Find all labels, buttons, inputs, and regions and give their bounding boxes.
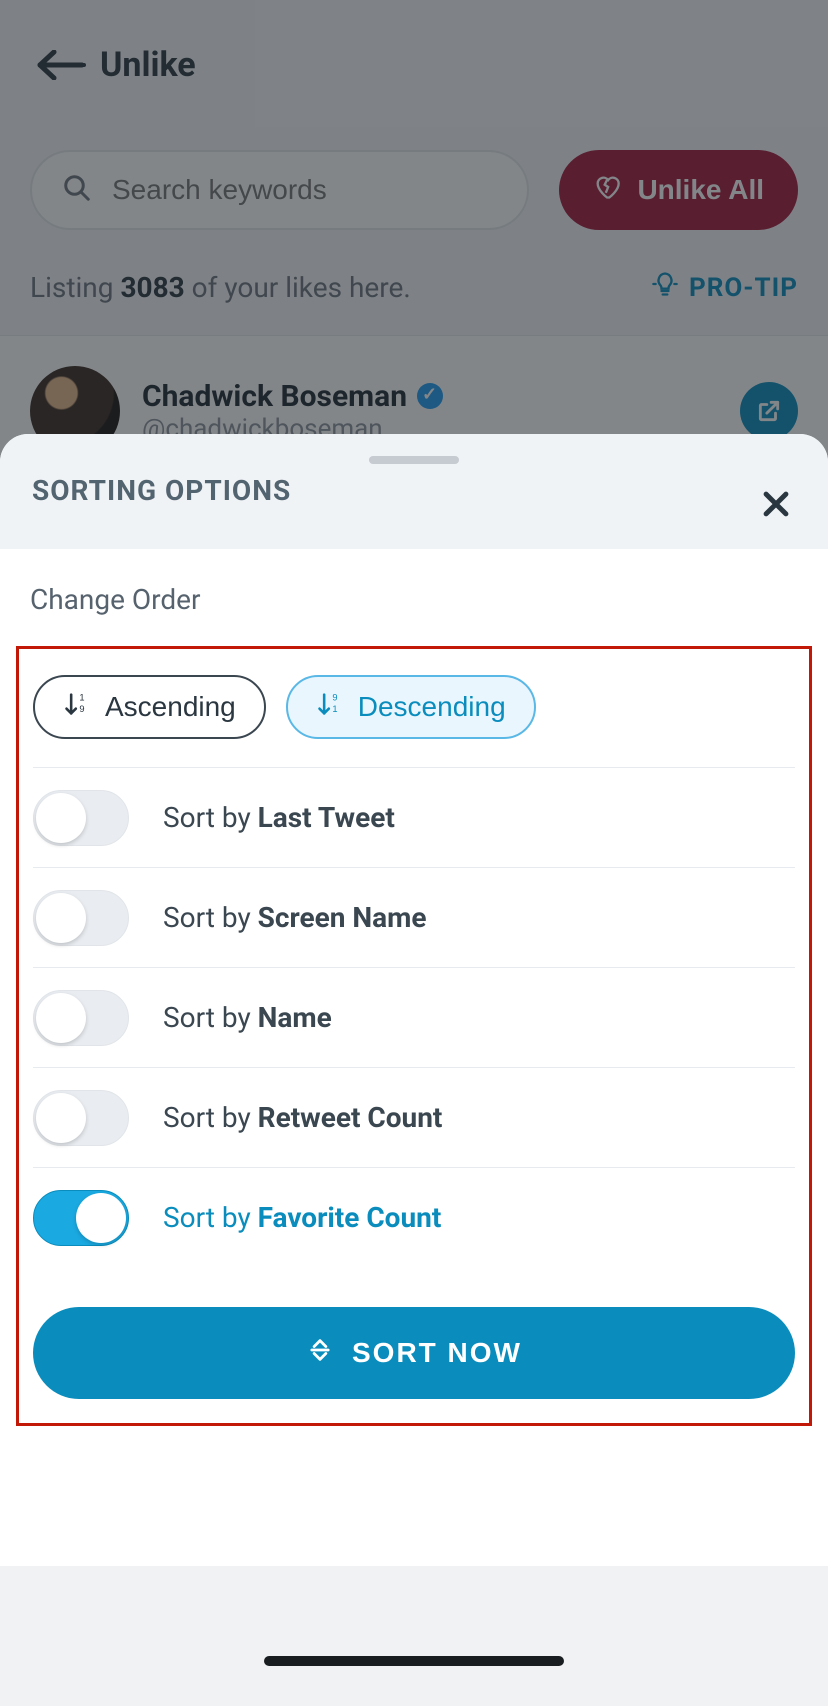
- sort-toggle[interactable]: [33, 1090, 129, 1146]
- order-chips: 1 9 Ascending 9 1: [33, 675, 795, 739]
- sheet-header: SORTING OPTIONS: [0, 434, 828, 549]
- sort-row: Sort by Last Tweet: [33, 767, 795, 867]
- highlight-box: 1 9 Ascending 9 1: [16, 646, 812, 1426]
- sort-icon: [306, 1336, 334, 1371]
- change-order-label: Change Order: [30, 583, 798, 616]
- sort-desc-icon: 9 1: [316, 690, 344, 725]
- sort-row: Sort by Retweet Count: [33, 1067, 795, 1167]
- sort-asc-icon: 1 9: [63, 690, 91, 725]
- sort-label: Sort by Last Tweet: [163, 801, 395, 834]
- sort-now-button[interactable]: SORT NOW: [33, 1307, 795, 1399]
- sort-toggle[interactable]: [33, 890, 129, 946]
- sheet-body: Change Order 1 9 Ascendin: [0, 549, 828, 1456]
- sort-toggle[interactable]: [33, 990, 129, 1046]
- sort-toggle[interactable]: [33, 790, 129, 846]
- bottom-bar-space: [0, 1566, 828, 1706]
- sort-now-label: SORT NOW: [352, 1337, 522, 1369]
- ascending-chip[interactable]: 1 9 Ascending: [33, 675, 266, 739]
- sorting-sheet: SORTING OPTIONS Change Order: [0, 434, 828, 1566]
- sheet-title: SORTING OPTIONS: [32, 474, 796, 507]
- sort-label: Sort by Name: [163, 1001, 332, 1034]
- sheet-grabber[interactable]: [369, 456, 459, 464]
- descending-chip[interactable]: 9 1 Descending: [286, 675, 536, 739]
- svg-text:1: 1: [79, 692, 84, 702]
- sort-toggle[interactable]: [33, 1190, 129, 1246]
- sort-row: Sort by Favorite Count: [33, 1167, 795, 1267]
- close-button[interactable]: [756, 484, 796, 524]
- svg-text:9: 9: [332, 692, 337, 702]
- ascending-label: Ascending: [105, 691, 236, 723]
- sort-label: Sort by Retweet Count: [163, 1101, 442, 1134]
- svg-text:1: 1: [332, 704, 337, 714]
- descending-label: Descending: [358, 691, 506, 723]
- screen: Unlike Unlike All Listing 3083 of your: [0, 0, 828, 1706]
- sort-label: Sort by Screen Name: [163, 901, 426, 934]
- sort-list: Sort by Last Tweet Sort by Screen Name Sor…: [33, 767, 795, 1267]
- sort-row: Sort by Name: [33, 967, 795, 1067]
- sort-label: Sort by Favorite Count: [163, 1201, 441, 1234]
- home-indicator[interactable]: [264, 1656, 564, 1666]
- sort-row: Sort by Screen Name: [33, 867, 795, 967]
- svg-text:9: 9: [79, 704, 84, 714]
